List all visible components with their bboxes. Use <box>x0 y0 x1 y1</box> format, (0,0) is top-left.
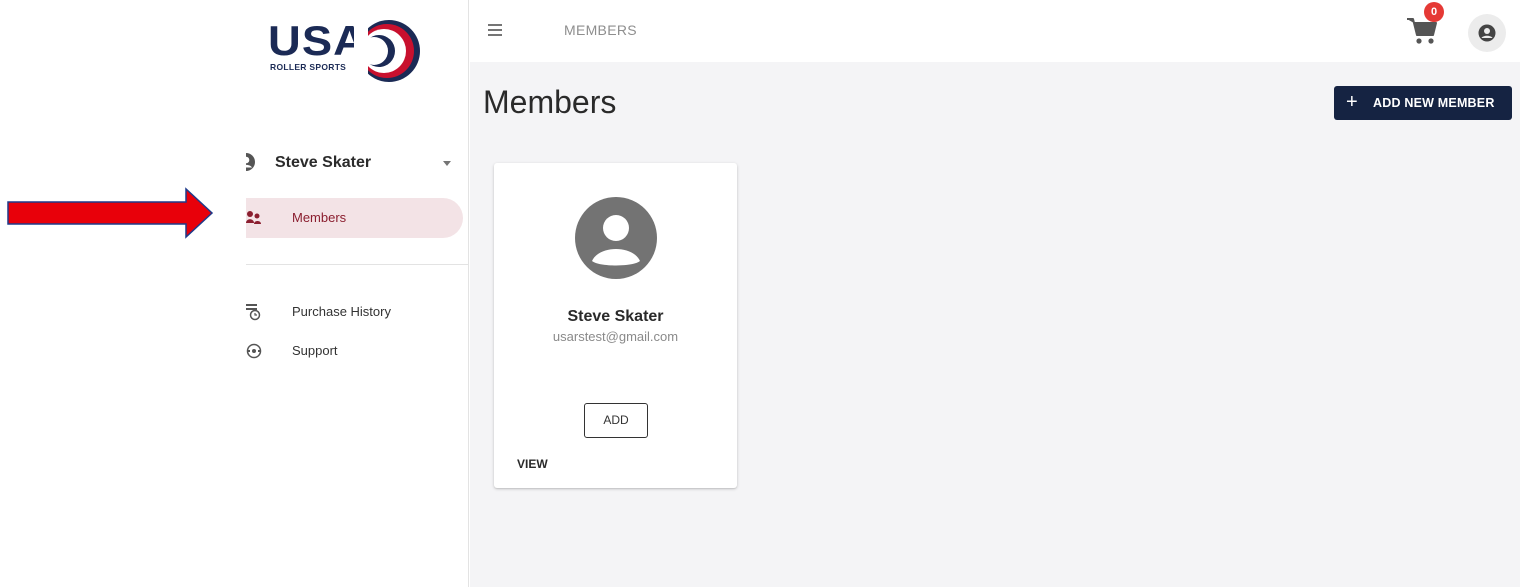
sidebar-item-purchase-history[interactable]: Purchase History <box>246 292 463 332</box>
member-email: usarstest@gmail.com <box>552 329 679 344</box>
top-app-bar: MEMBERS 0 <box>470 0 1520 62</box>
account-circle-icon <box>1478 24 1496 42</box>
sidebar-item-label: Purchase History <box>292 304 391 319</box>
pointer-arrow-icon <box>7 187 214 239</box>
user-avatar-icon <box>246 153 255 171</box>
sidebar: USA ROLLER SPORTS Steve Skater Members P… <box>246 0 469 587</box>
logo-swoosh-icon <box>354 18 420 84</box>
receipt-clock-icon <box>246 304 261 321</box>
caret-down-icon <box>443 161 451 166</box>
account-button[interactable] <box>1468 14 1506 52</box>
sidebar-item-label: Members <box>292 210 347 225</box>
cart-count-badge: 0 <box>1424 2 1444 22</box>
members-icon <box>246 211 261 224</box>
member-avatar-icon <box>575 197 657 279</box>
page-title: Members <box>483 84 617 120</box>
plus-icon: + <box>1346 91 1358 113</box>
add-new-member-label: ADD NEW MEMBER <box>1373 96 1495 110</box>
hamburger-menu-icon[interactable] <box>488 24 502 39</box>
logo-wordmark: USA <box>268 17 368 64</box>
add-new-member-button[interactable]: + ADD NEW MEMBER <box>1334 86 1512 120</box>
usa-roller-sports-logo[interactable]: USA ROLLER SPORTS <box>268 18 423 84</box>
sidebar-user-name: Steve Skater <box>275 154 372 171</box>
member-add-button[interactable]: ADD <box>584 403 648 438</box>
sidebar-divider <box>246 264 468 265</box>
user-menu-toggle[interactable]: Steve Skater <box>246 146 468 180</box>
sidebar-item-members[interactable]: Members <box>246 198 463 238</box>
member-card: Steve Skater usarstest@gmail.com ADD VIE… <box>494 163 737 488</box>
sidebar-item-label: Support <box>292 343 338 358</box>
topbar-title: MEMBERS <box>564 22 637 38</box>
logo-subtitle: ROLLER SPORTS <box>270 62 347 72</box>
member-view-link[interactable]: VIEW <box>517 457 548 471</box>
main-content: Members + ADD NEW MEMBER Steve Skater us… <box>470 62 1520 587</box>
sidebar-item-support[interactable]: Support <box>246 331 463 371</box>
support-icon <box>246 343 262 359</box>
member-name: Steve Skater <box>567 308 664 325</box>
